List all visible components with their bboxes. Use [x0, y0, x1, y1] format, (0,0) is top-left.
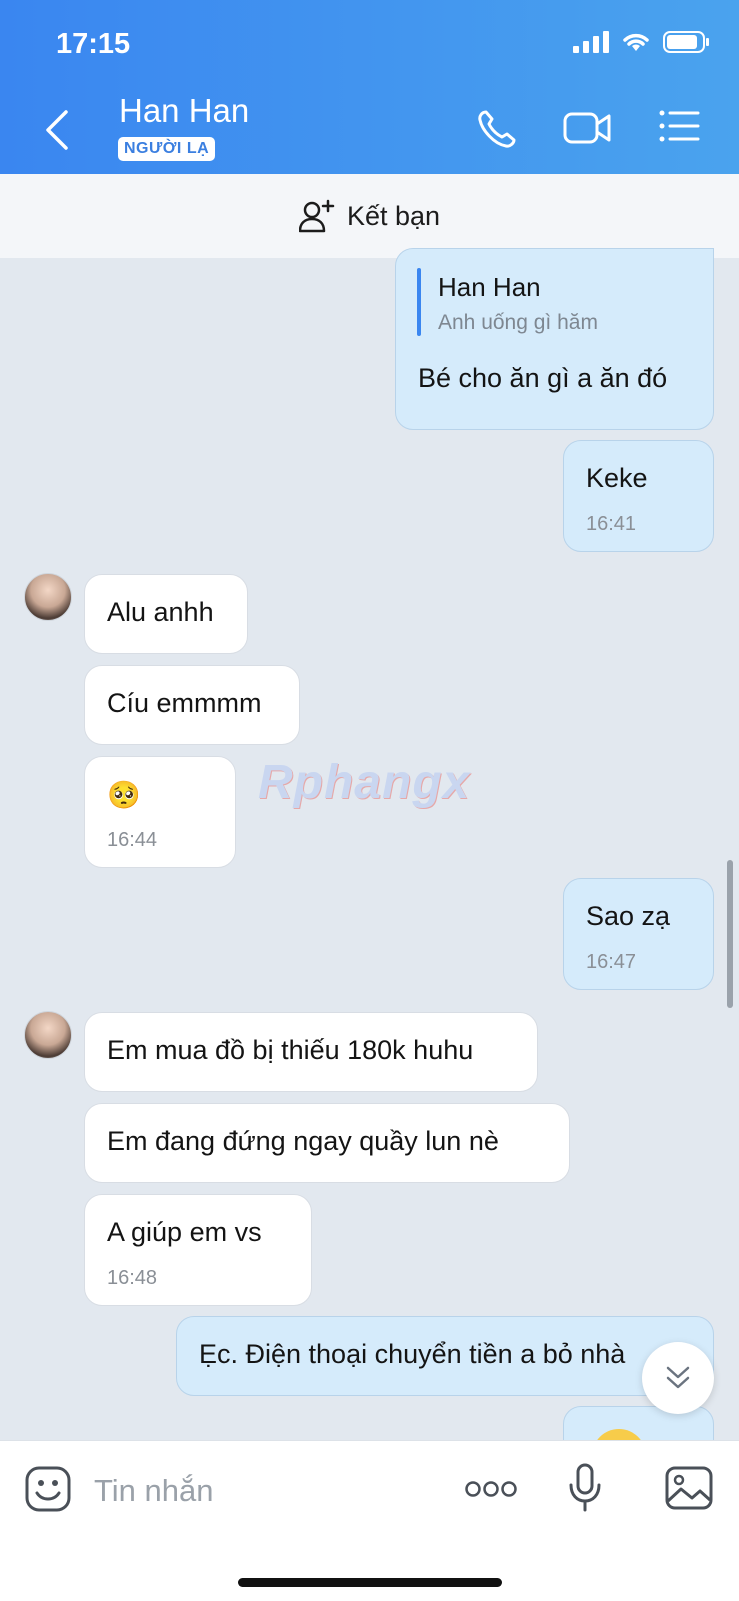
wifi-icon [623, 33, 649, 51]
quote-bar [417, 268, 421, 336]
message-time: 16:44 [107, 829, 158, 851]
message-text: Keke [586, 463, 648, 493]
menu-list-icon[interactable] [658, 108, 700, 144]
message-text: Em mua đồ bị thiếu 180k huhu [107, 1035, 474, 1065]
add-user-icon [298, 199, 335, 233]
message-text: A giúp em vs [107, 1217, 262, 1247]
home-indicator[interactable] [238, 1578, 502, 1587]
avatar[interactable] [24, 1011, 72, 1059]
scrollbar-thumb[interactable] [727, 860, 733, 1008]
add-friend-button[interactable]: Kết bạn [0, 174, 739, 258]
message-bubble[interactable]: Alu anhh [84, 574, 248, 654]
message-input-bar: Tin nhắn [0, 1440, 739, 1601]
avatar[interactable] [24, 573, 72, 621]
message-time: 16:47 [586, 951, 637, 973]
back-icon[interactable] [40, 108, 74, 152]
more-icon[interactable] [464, 1479, 518, 1499]
quote-author: Han Han [438, 272, 541, 302]
contact-name[interactable]: Han Han [119, 92, 249, 130]
chat-header: 17:15 Han Han NGƯỜI LẠ [0, 0, 739, 174]
message-bubble[interactable]: A giúp em vs 16:48 [84, 1194, 312, 1306]
phone-icon[interactable] [476, 108, 518, 150]
status-icons [573, 30, 711, 54]
status-time: 17:15 [56, 28, 131, 60]
mic-icon[interactable] [568, 1463, 602, 1513]
message-bubble[interactable]: Em đang đứng ngay quầy lun nè [84, 1103, 570, 1183]
message-text: Alu anhh [107, 597, 214, 627]
message-bubble[interactable]: Keke 16:41 [563, 440, 714, 552]
signal-icon [573, 31, 609, 53]
message-time: 16:41 [586, 513, 637, 535]
message-text: Em đang đứng ngay quầy lun nè [107, 1126, 499, 1156]
battery-icon [663, 31, 709, 53]
message-time: 16:48 [107, 1267, 158, 1289]
video-icon[interactable] [563, 108, 613, 148]
message-text: Sao zạ [586, 901, 671, 931]
message-text: Cíu emmmm [107, 688, 262, 718]
quote-text: Anh uống gì hăm [438, 311, 598, 334]
stranger-badge: NGƯỜI LẠ [118, 137, 216, 161]
chevron-down-double-icon [666, 1366, 690, 1389]
watermark: Rphangx [258, 756, 471, 809]
message-text: Ẹc. Điện thoại chuyển tiền a bỏ nhà [199, 1339, 626, 1369]
message-bubble[interactable]: Sao zạ 16:47 [563, 878, 714, 990]
message-emoji: 🥺 [107, 780, 141, 810]
add-friend-label: Kết bạn [346, 200, 441, 231]
message-bubble[interactable]: Cíu emmmm [84, 665, 300, 745]
message-input[interactable]: Tin nhắn [94, 1473, 214, 1509]
image-icon[interactable] [664, 1465, 714, 1511]
scroll-to-bottom-button[interactable] [642, 1342, 714, 1414]
message-bubble[interactable]: 🥺 16:44 [84, 756, 236, 868]
message-bubble[interactable]: Ẹc. Điện thoại chuyển tiền a bỏ nhà [176, 1316, 714, 1396]
reply-text: Bé cho ăn gì a ăn đó [418, 363, 668, 393]
message-bubble[interactable]: Em mua đồ bị thiếu 180k huhu [84, 1012, 538, 1092]
sticker-icon[interactable] [24, 1465, 72, 1513]
